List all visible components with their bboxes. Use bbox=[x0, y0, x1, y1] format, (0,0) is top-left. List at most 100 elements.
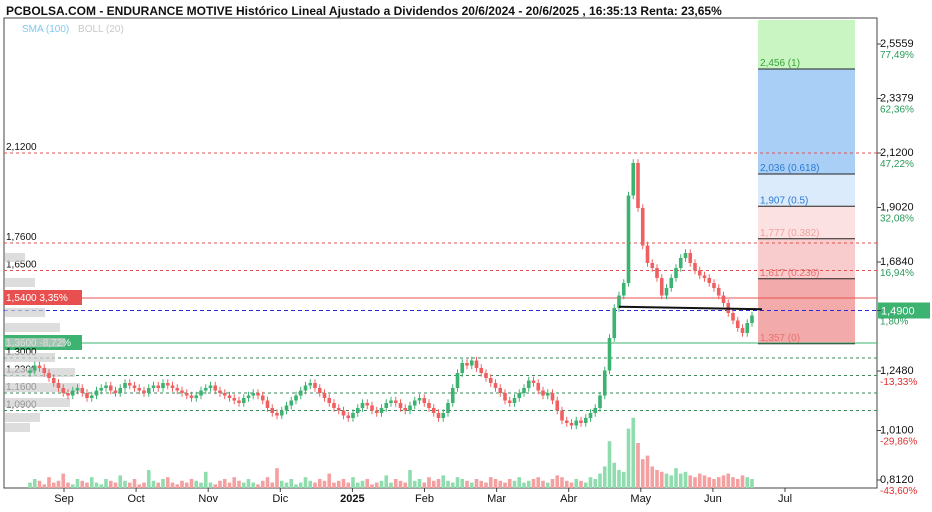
candle-100 bbox=[503, 393, 507, 401]
candle-76 bbox=[389, 400, 393, 403]
candle-141 bbox=[697, 270, 702, 276]
volume-bar-33 bbox=[184, 482, 189, 488]
volume-bar-50 bbox=[265, 477, 270, 488]
candle-94 bbox=[474, 360, 479, 368]
volume-bar-82 bbox=[417, 479, 422, 488]
candle-63 bbox=[327, 398, 332, 403]
candle-108 bbox=[541, 390, 545, 396]
trend-line bbox=[618, 305, 763, 311]
candle-77 bbox=[393, 400, 398, 403]
volume-bar-15 bbox=[99, 484, 104, 488]
volume-bar-84 bbox=[427, 477, 431, 488]
candle-23 bbox=[137, 388, 142, 391]
volume-bar-12 bbox=[85, 482, 89, 488]
candle-126 bbox=[626, 195, 631, 283]
volume-bar-90 bbox=[455, 477, 460, 488]
candle-30 bbox=[170, 385, 175, 388]
volume-bar-38 bbox=[208, 482, 213, 488]
x-label-10: Jul bbox=[778, 493, 792, 505]
candle-129 bbox=[640, 208, 645, 246]
candle-51 bbox=[270, 408, 275, 413]
candle-21 bbox=[127, 383, 132, 386]
volume-bar-41 bbox=[222, 479, 227, 488]
candle-73 bbox=[374, 410, 379, 413]
volume-bar-140 bbox=[693, 477, 697, 488]
volume-bar-60 bbox=[313, 482, 317, 488]
candle-123 bbox=[612, 308, 617, 338]
fib-label-2: 1,907 (0.5) bbox=[760, 195, 808, 206]
volume-bar-104 bbox=[522, 482, 526, 488]
volume-bar-133 bbox=[659, 471, 664, 488]
candle-130 bbox=[645, 245, 650, 263]
candle-25 bbox=[146, 388, 151, 393]
right-pct-4: 16,94% bbox=[880, 268, 914, 279]
candle-133 bbox=[659, 278, 664, 296]
candle-116 bbox=[579, 420, 583, 423]
volume-bar-57 bbox=[298, 482, 303, 488]
x-label-0: Sep bbox=[54, 493, 74, 505]
candle-48 bbox=[256, 393, 260, 396]
candle-102 bbox=[512, 398, 517, 403]
x-label-4: 2025 bbox=[340, 493, 364, 505]
volume-bar-112 bbox=[560, 477, 564, 488]
candle-10 bbox=[75, 388, 80, 391]
plot-frame bbox=[3, 17, 878, 489]
candle-36 bbox=[199, 390, 203, 396]
volume-bar-23 bbox=[137, 484, 142, 488]
candle-42 bbox=[227, 395, 232, 398]
candle-53 bbox=[279, 410, 284, 416]
volume-bar-58 bbox=[303, 477, 308, 488]
volume-bar-87 bbox=[441, 475, 446, 488]
volume-bar-45 bbox=[241, 482, 246, 488]
volume-bar-35 bbox=[194, 480, 199, 488]
candle-143 bbox=[707, 278, 712, 283]
candle-88 bbox=[446, 403, 450, 413]
candle-142 bbox=[702, 275, 707, 278]
volume-bar-86 bbox=[436, 479, 441, 488]
candle-104 bbox=[522, 388, 526, 393]
candle-56 bbox=[294, 395, 298, 401]
volume-bar-144 bbox=[712, 479, 716, 488]
right-pct-5: 1,80% bbox=[880, 317, 908, 328]
candle-112 bbox=[560, 410, 564, 421]
volume-bar-7 bbox=[61, 473, 66, 488]
volume-bar-137 bbox=[678, 473, 683, 488]
volume-bar-29 bbox=[165, 477, 170, 488]
fib-label-3: 1,777 (0.382) bbox=[760, 228, 820, 239]
volume-bar-10 bbox=[75, 479, 80, 488]
volume-bar-11 bbox=[80, 480, 85, 488]
candle-134 bbox=[664, 288, 669, 296]
candle-69 bbox=[355, 408, 360, 413]
volume-bar-67 bbox=[346, 482, 351, 488]
volume-bar-9 bbox=[70, 484, 75, 488]
candle-135 bbox=[669, 278, 674, 288]
fib-label-0: 2,456 (1) bbox=[760, 58, 800, 69]
right-price-1: 2,3379 bbox=[880, 93, 914, 105]
candle-137 bbox=[678, 258, 683, 268]
volume-bar-129 bbox=[640, 459, 645, 488]
volume-bar-131 bbox=[650, 466, 655, 488]
volume-bar-113 bbox=[564, 480, 569, 488]
volume-bar-72 bbox=[370, 484, 374, 488]
candle-95 bbox=[479, 368, 484, 373]
x-label-1: Oct bbox=[128, 493, 145, 505]
candle-78 bbox=[398, 403, 403, 408]
right-pct-8: -43,60% bbox=[880, 486, 917, 497]
candle-13 bbox=[89, 395, 94, 398]
candle-118 bbox=[588, 413, 593, 418]
volume-bar-30 bbox=[170, 482, 175, 488]
x-label-9: Jun bbox=[704, 493, 722, 505]
fib-label-5: 1,357 (0) bbox=[760, 333, 800, 344]
candle-11 bbox=[80, 388, 85, 393]
candle-127 bbox=[631, 163, 636, 196]
volume-bar-123 bbox=[612, 462, 617, 488]
volume-bar-89 bbox=[450, 482, 455, 488]
volume-bar-118 bbox=[588, 477, 593, 488]
volume-bar-136 bbox=[674, 468, 678, 488]
volume-bar-148 bbox=[731, 477, 735, 488]
fib-label-4: 1,617 (0.236) bbox=[760, 268, 820, 279]
candle-20 bbox=[123, 383, 127, 388]
volume-profile-bar-2 bbox=[5, 338, 65, 347]
candle-55 bbox=[289, 400, 294, 406]
candle-3 bbox=[42, 368, 47, 373]
